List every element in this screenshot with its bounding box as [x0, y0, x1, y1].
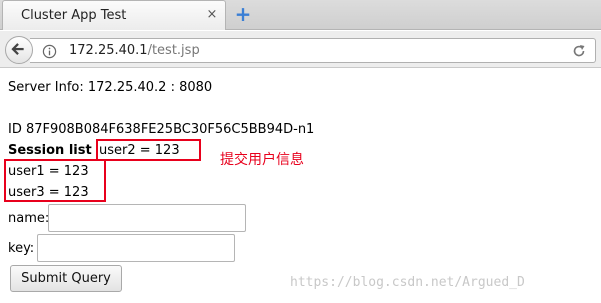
name-label: name:: [8, 211, 50, 226]
browser-window: Cluster App Test × + 172.25.40.1/test.js…: [0, 0, 601, 303]
url-host: 172.25.40.1: [69, 43, 148, 58]
watermark: https://blog.csdn.net/Argued_D: [290, 275, 525, 290]
url-text[interactable]: 172.25.40.1/test.jsp: [69, 43, 200, 58]
page-content: Server Info: 172.25.40.2 : 8080 ID 87F90…: [0, 69, 601, 303]
close-icon[interactable]: ×: [204, 7, 220, 23]
tab-title: Cluster App Test: [21, 8, 127, 23]
submit-query-button[interactable]: Submit Query: [10, 265, 122, 292]
name-field[interactable]: [48, 204, 246, 232]
key-field[interactable]: [37, 234, 235, 262]
plus-icon[interactable]: +: [232, 4, 254, 26]
back-button[interactable]: [5, 36, 33, 64]
server-info: Server Info: 172.25.40.2 : 8080: [8, 80, 213, 95]
highlight-box: [4, 159, 106, 202]
tab-strip: Cluster App Test × +: [0, 0, 601, 30]
session-id: ID 87F908B084F638FE25BC30F56C5BB94D-n1: [8, 122, 315, 137]
url-path: /test.jsp: [147, 43, 200, 58]
key-label: key:: [8, 241, 35, 256]
info-icon[interactable]: [42, 44, 57, 59]
tab-cluster-app-test[interactable]: Cluster App Test ×: [2, 0, 226, 30]
session-list-label: Session list: [8, 143, 92, 158]
annotation-label: 提交用户信息: [220, 152, 304, 168]
reload-icon[interactable]: [571, 43, 587, 59]
url-bar[interactable]: 172.25.40.1/test.jsp: [30, 38, 596, 63]
navigation-bar: 172.25.40.1/test.jsp: [0, 31, 601, 68]
highlight-box: [96, 139, 201, 161]
back-arrow-icon: [11, 43, 24, 55]
